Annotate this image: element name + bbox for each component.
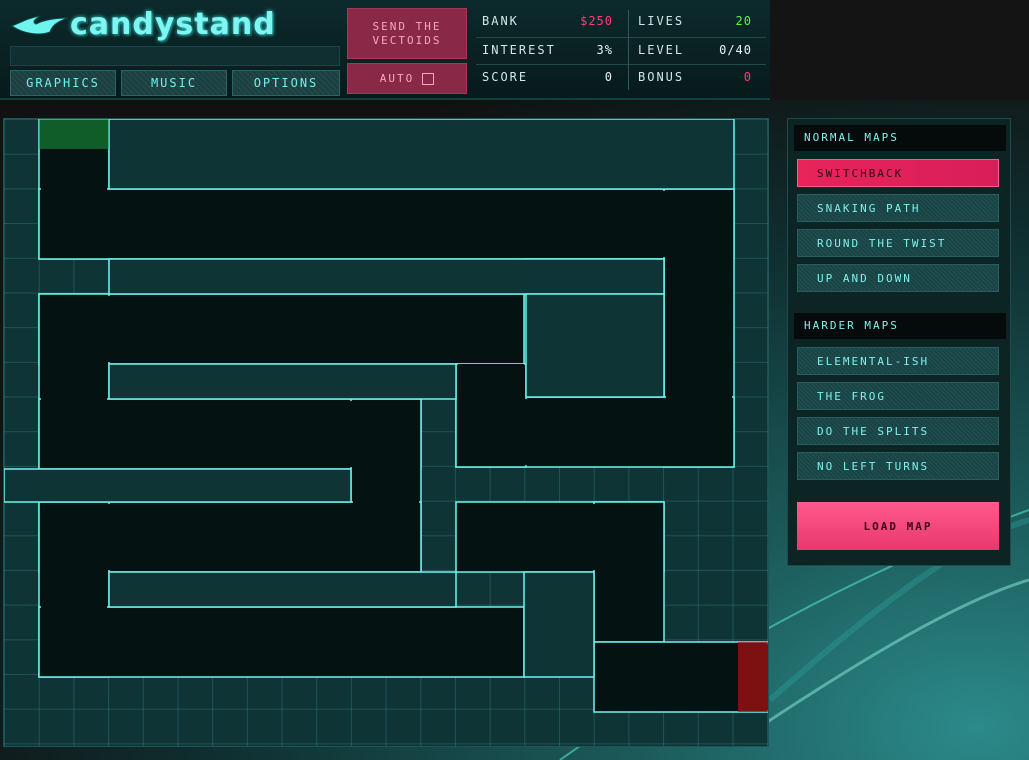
auto-button[interactable]: AUTO — [347, 63, 467, 94]
map-island — [523, 571, 595, 678]
top-bar: candystand GRAPHICS MUSIC OPTIONS SEND T… — [0, 0, 770, 100]
map-button-elemental-ish[interactable]: ELEMENTAL-ISH — [797, 347, 999, 375]
game-map[interactable] — [3, 118, 769, 747]
map-path — [4, 119, 768, 713]
graphics-button[interactable]: GRAPHICS — [10, 70, 116, 96]
stats-divider — [476, 37, 766, 38]
stats-column-divider — [628, 10, 629, 90]
options-button[interactable]: OPTIONS — [232, 70, 340, 96]
auto-label: AUTO — [379, 72, 415, 85]
level-label: LEVEL — [638, 43, 685, 57]
bank-label: BANK — [482, 14, 519, 28]
normal-maps-heading: NORMAL MAPS — [794, 125, 1006, 151]
lives-value: 20 — [735, 14, 752, 28]
lives-label: LIVES — [638, 14, 685, 28]
candystand-logo[interactable]: candystand — [10, 8, 338, 42]
map-island — [108, 363, 457, 400]
score-label: SCORE — [482, 70, 529, 84]
interest-label: INTEREST — [482, 43, 556, 57]
map-button-the-frog[interactable]: THE FROG — [797, 382, 999, 410]
auto-checkbox[interactable] — [422, 72, 435, 85]
map-island — [525, 293, 665, 398]
map-island — [108, 571, 457, 608]
logo-text: candystand — [70, 7, 276, 42]
map-button-round-the-twist[interactable]: ROUND THE TWIST — [797, 229, 999, 257]
map-select-panel: NORMAL MAPS SWITCHBACK SNAKING PATH ROUN… — [787, 118, 1011, 566]
score-value: 0 — [604, 70, 613, 84]
logo-underbar — [10, 46, 340, 66]
map-button-switchback[interactable]: SWITCHBACK — [797, 159, 999, 187]
stats-divider — [476, 64, 766, 65]
map-button-snaking-path[interactable]: SNAKING PATH — [797, 194, 999, 222]
bonus-value: 0 — [743, 70, 752, 84]
flame-icon — [10, 15, 69, 35]
map-island — [108, 258, 665, 295]
music-button[interactable]: MUSIC — [121, 70, 227, 96]
path-entry — [39, 119, 109, 149]
map-island — [108, 119, 735, 190]
map-button-no-left-turns[interactable]: NO LEFT TURNS — [797, 452, 999, 480]
interest-value: 3% — [596, 43, 613, 57]
map-button-do-the-splits[interactable]: DO THE SPLITS — [797, 417, 999, 445]
map-island — [4, 468, 352, 503]
path-exit — [738, 642, 768, 712]
harder-maps-heading: HARDER MAPS — [794, 313, 1006, 339]
bonus-label: BONUS — [638, 70, 685, 84]
send-vectoids-button[interactable]: SEND THE VECTOIDS — [347, 8, 467, 59]
load-map-button[interactable]: LOAD MAP — [797, 502, 999, 550]
map-button-up-and-down[interactable]: UP AND DOWN — [797, 264, 999, 292]
bank-value: $250 — [580, 14, 613, 28]
level-value: 0/40 — [719, 43, 752, 57]
